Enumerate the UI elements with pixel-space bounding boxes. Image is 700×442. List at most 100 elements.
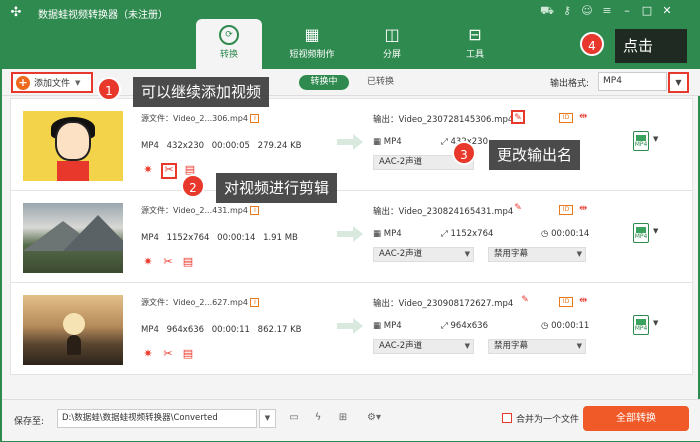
scissors-icon[interactable]: ✂ bbox=[161, 255, 175, 269]
output-name: 输出：Video_230824165431.mp4 bbox=[373, 207, 514, 217]
toolbox-icon: ⊟ bbox=[468, 25, 482, 44]
audio-track-select[interactable]: AAC-2声道 ▼ bbox=[373, 339, 474, 354]
edit-subtitle-icon[interactable]: ▤ bbox=[181, 347, 195, 361]
subtitle-select[interactable]: 禁用字幕 ▼ bbox=[488, 247, 586, 262]
row-actions: ✷ ✂ ▤ bbox=[141, 255, 195, 269]
source-file-name: 源文件：Video_2...431.mp4 bbox=[141, 206, 248, 215]
audio-track-select[interactable]: AAC-2声道 ▼ bbox=[373, 247, 474, 262]
source-file-name: 源文件：Video_2...627.mp4 bbox=[141, 298, 248, 307]
convert-icon: ⟳ bbox=[219, 25, 239, 45]
settings-icon[interactable]: ⚙▾ bbox=[362, 410, 386, 426]
merge-label: 合并为一个文件 bbox=[516, 415, 580, 425]
info-icon[interactable]: i bbox=[250, 298, 260, 307]
effects-icon[interactable]: ✷ bbox=[141, 347, 155, 361]
video-row: 源文件：Video_2...431.mp4 i MP4 1152x764 00:… bbox=[10, 190, 693, 283]
cart-icon[interactable]: ⛟ bbox=[538, 3, 556, 19]
video-thumbnail[interactable] bbox=[23, 203, 123, 273]
key-icon[interactable]: ⚷ bbox=[558, 3, 576, 19]
compress-icon[interactable]: ID bbox=[559, 113, 573, 123]
tab-short-video[interactable]: ▦ 短视频制作 bbox=[279, 19, 345, 69]
chevron-down-icon: ▼ bbox=[464, 250, 470, 258]
subtitle-value: 禁用字幕 bbox=[494, 341, 529, 351]
pencil-icon[interactable]: ✎ bbox=[511, 110, 525, 124]
chevron-down-icon: ▼ bbox=[576, 342, 582, 350]
output-format-label: 输出格式: bbox=[550, 79, 590, 89]
chevron-down-icon[interactable]: ▼ bbox=[653, 227, 658, 235]
output-format-dropdown-button[interactable]: ▼ bbox=[668, 72, 689, 93]
chevron-down-icon[interactable]: ▼ bbox=[653, 135, 658, 143]
output-format-value: MP4 bbox=[383, 229, 402, 239]
source-duration: 00:00:14 bbox=[217, 233, 256, 243]
pencil-icon[interactable]: ✎ bbox=[518, 294, 532, 308]
save-path-field[interactable]: D:\数据蛙\数据蛙视频转换器\Converted bbox=[57, 409, 257, 428]
chevron-down-icon: ▼ bbox=[464, 342, 470, 350]
subtitle-value: 禁用字幕 bbox=[494, 249, 529, 259]
output-format-select[interactable]: MP4 bbox=[598, 72, 667, 91]
compress-icon[interactable]: ID bbox=[559, 205, 573, 215]
output-file-format-icon[interactable]: MP4 bbox=[633, 131, 649, 151]
output-duration: ◷ 00:00:14 bbox=[541, 229, 590, 239]
arrow-right-icon bbox=[337, 318, 363, 334]
add-file-button[interactable]: + 添加文件 ▼ bbox=[11, 72, 93, 93]
callout-badge: 2 bbox=[181, 174, 205, 198]
merge-split-icon[interactable]: ⇹ bbox=[579, 203, 587, 214]
info-icon[interactable]: i bbox=[250, 206, 260, 215]
user-icon[interactable]: ☺ bbox=[578, 3, 596, 19]
merge-split-icon[interactable]: ⇹ bbox=[579, 111, 587, 122]
source-duration: 00:00:11 bbox=[211, 325, 250, 335]
source-file-label: 源文件：Video_2...306.mp4 i bbox=[141, 113, 260, 124]
source-info: MP4 1152x764 00:00:14 1.91 MB bbox=[141, 233, 303, 243]
output-file-format-icon[interactable]: MP4 bbox=[633, 223, 649, 243]
tab-converted[interactable]: 已转换 bbox=[367, 75, 394, 90]
compress-icon[interactable]: ID bbox=[559, 297, 573, 307]
scissors-icon[interactable]: ✂ bbox=[161, 163, 177, 179]
chevron-down-icon[interactable]: ▼ bbox=[653, 319, 658, 327]
video-row: 源文件：Video_2...306.mp4 i MP4 432x230 00:0… bbox=[10, 98, 693, 191]
source-info: MP4 432x230 00:00:05 279.24 KB bbox=[141, 141, 307, 151]
output-resolution-value: 1152x764 bbox=[450, 229, 494, 239]
output-file-format-icon[interactable]: MP4 bbox=[633, 315, 649, 335]
tab-split-screen-label: 分屏 bbox=[382, 50, 401, 60]
scissors-icon[interactable]: ✂ bbox=[161, 347, 175, 361]
close-icon[interactable]: ✕ bbox=[658, 3, 676, 19]
minimize-icon[interactable]: – bbox=[618, 3, 636, 19]
source-file-label: 源文件：Video_2...431.mp4 i bbox=[141, 205, 260, 216]
chevron-down-icon[interactable]: ▼ bbox=[259, 409, 276, 428]
output-duration: ◷ 00:00:11 bbox=[541, 321, 590, 331]
merge-checkbox[interactable] bbox=[502, 413, 512, 423]
app-logo-icon: ✣ bbox=[10, 5, 22, 20]
info-icon[interactable]: i bbox=[250, 114, 260, 123]
convert-all-button[interactable]: 全部转换 bbox=[583, 406, 689, 431]
hardware-accel-icon[interactable]: ϟ bbox=[310, 410, 326, 426]
output-resolution: ⤢ 1152x764 bbox=[441, 229, 494, 239]
tab-tools[interactable]: ⊟ 工具 bbox=[442, 19, 508, 69]
callout-tooltip: 可以继续添加视频 bbox=[133, 77, 270, 107]
callout-badge: 3 bbox=[452, 141, 476, 165]
gpu-icon[interactable]: ⊞ bbox=[335, 410, 351, 426]
app-window: ✣ 数据蛙视频转换器（未注册） ⛟ ⚷ ☺ ≡ – □ ✕ ⟳ 转换 ▦ 短视频… bbox=[1, 0, 700, 441]
bottom-bar: 保存至: D:\数据蛙\数据蛙视频转换器\Converted ▼ ▭ ϟ ⊞ ⚙… bbox=[2, 399, 700, 441]
audio-track-value: AAC-2声道 bbox=[379, 249, 423, 259]
output-name: 输出：Video_230728145306.mp4 bbox=[373, 115, 514, 125]
source-format: MP4 bbox=[141, 141, 159, 151]
video-thumbnail[interactable] bbox=[23, 295, 123, 365]
audio-track-value: AAC-2声道 bbox=[379, 341, 423, 351]
maximize-icon[interactable]: □ bbox=[638, 3, 656, 19]
effects-icon[interactable]: ✷ bbox=[141, 255, 155, 269]
tab-convert[interactable]: ⟳ 转换 bbox=[196, 19, 262, 69]
menu-icon[interactable]: ≡ bbox=[598, 3, 616, 19]
merge-split-icon[interactable]: ⇹ bbox=[579, 295, 587, 306]
folder-icon[interactable]: ▭ bbox=[286, 410, 302, 426]
pencil-icon[interactable]: ✎ bbox=[511, 202, 525, 216]
output-format: ▦ MP4 bbox=[373, 229, 402, 239]
add-file-label: 添加文件 bbox=[34, 79, 71, 89]
film-icon: ▦ bbox=[304, 25, 320, 44]
edit-subtitle-icon[interactable]: ▤ bbox=[181, 255, 195, 269]
source-file-name: 源文件：Video_2...306.mp4 bbox=[141, 114, 248, 123]
chevron-down-icon[interactable]: ▼ bbox=[75, 79, 80, 87]
effects-icon[interactable]: ✷ bbox=[141, 163, 155, 177]
video-thumbnail[interactable] bbox=[23, 111, 123, 181]
tab-converting[interactable]: 转换中 bbox=[299, 75, 349, 90]
tab-split-screen[interactable]: ◫ 分屏 bbox=[359, 19, 425, 69]
subtitle-select[interactable]: 禁用字幕 ▼ bbox=[488, 339, 586, 354]
